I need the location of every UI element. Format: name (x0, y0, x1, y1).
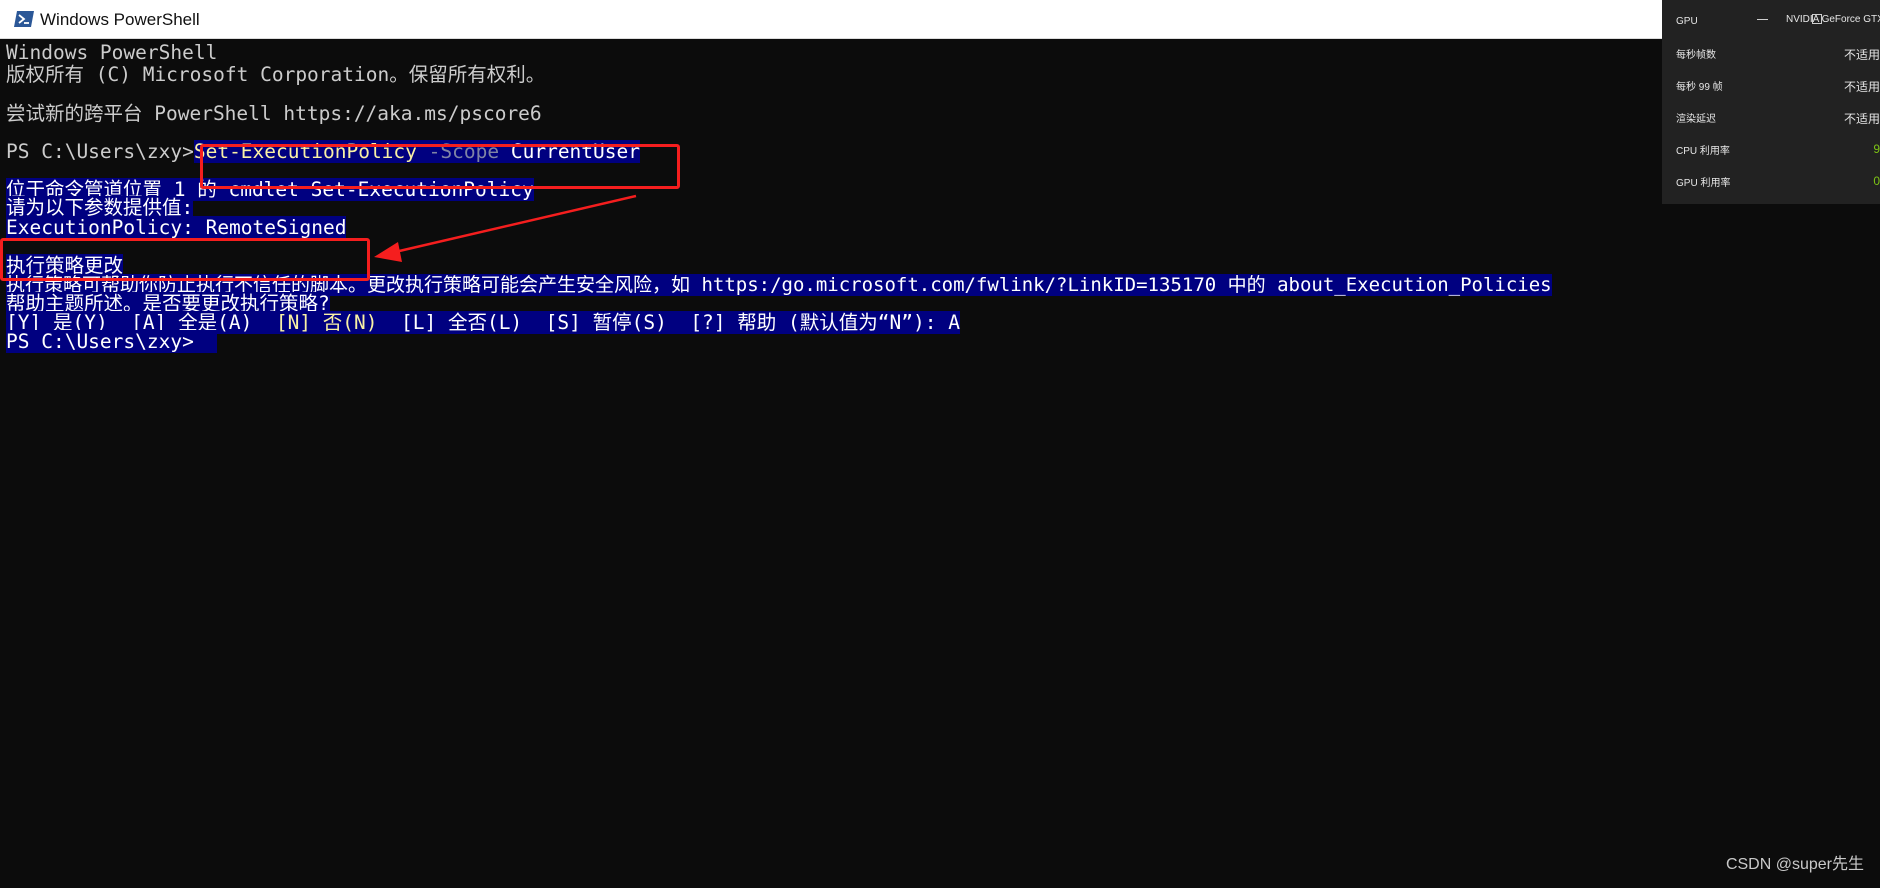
overlay-gpu-name: NVIDIA GeForce GTX (1786, 14, 1880, 25)
watermark: CSDN @super先生 (1725, 856, 1864, 873)
overlay-label: 每秒帧数 (1676, 50, 1716, 61)
banner-title: Windows PowerShell (6, 41, 218, 64)
minimize-icon (1757, 19, 1768, 20)
overlay-label: 每秒 99 帧 (1676, 82, 1723, 93)
prompt: PS C:\Users\zxy> (6, 140, 194, 163)
command-line-2: PS C:\Users\zxy> (6, 330, 218, 353)
choices-default: [N] 否(N) (275, 311, 378, 334)
overlay-value: 0 (1873, 174, 1880, 188)
powershell-icon (14, 11, 34, 27)
overlay-row-render-latency: 渲染延迟 不适用 (1676, 110, 1880, 130)
title-bar: Windows PowerShell (0, 0, 1880, 39)
policy-highlight-box (0, 238, 370, 281)
prompt-2-selection: PS C:\Users\zxy> (6, 330, 218, 353)
overlay-label: GPU 利用率 (1676, 178, 1731, 189)
overlay-label: 渲染延迟 (1676, 114, 1716, 125)
maximize-icon (1812, 14, 1822, 24)
overlay-value: 9 (1873, 142, 1880, 156)
overlay-value: 不适用 (1843, 48, 1880, 62)
overlay-row-cpu: CPU 利用率 9 (1676, 142, 1880, 162)
overlay-row-gpu: GPU 利用率 0 (1676, 174, 1880, 194)
window-title: Windows PowerShell (40, 10, 200, 29)
overlay-value: 不适用 (1843, 80, 1880, 94)
banner-copyright: 版权所有 (C) Microsoft Corporation。保留所有权利。 (6, 63, 546, 86)
overlay-row-fps: 每秒帧数 不适用 (1676, 46, 1880, 66)
prompt-2: PS C:\Users\zxy> (6, 330, 194, 353)
overlay-gpu-label: GPU (1676, 16, 1698, 27)
command-highlight-box (200, 144, 680, 189)
policy-input-text: ExecutionPolicy: RemoteSigned (6, 216, 347, 239)
banner-tip: 尝试新的跨平台 PowerShell https://aka.ms/pscore… (6, 102, 542, 125)
overlay-value: 不适用 (1843, 112, 1880, 126)
policy-input-line: ExecutionPolicy: RemoteSigned (6, 216, 347, 239)
performance-overlay: GPU NVIDIA GeForce GTX 每秒帧数 不适用 每秒 99 帧 … (1662, 0, 1880, 204)
overlay-row-99fps: 每秒 99 帧 不适用 (1676, 78, 1880, 98)
overlay-label: CPU 利用率 (1676, 146, 1730, 157)
choices-after: [L] 全否(L) [S] 暂停(S) [?] 帮助 (默认值为“N”): A (377, 311, 960, 334)
